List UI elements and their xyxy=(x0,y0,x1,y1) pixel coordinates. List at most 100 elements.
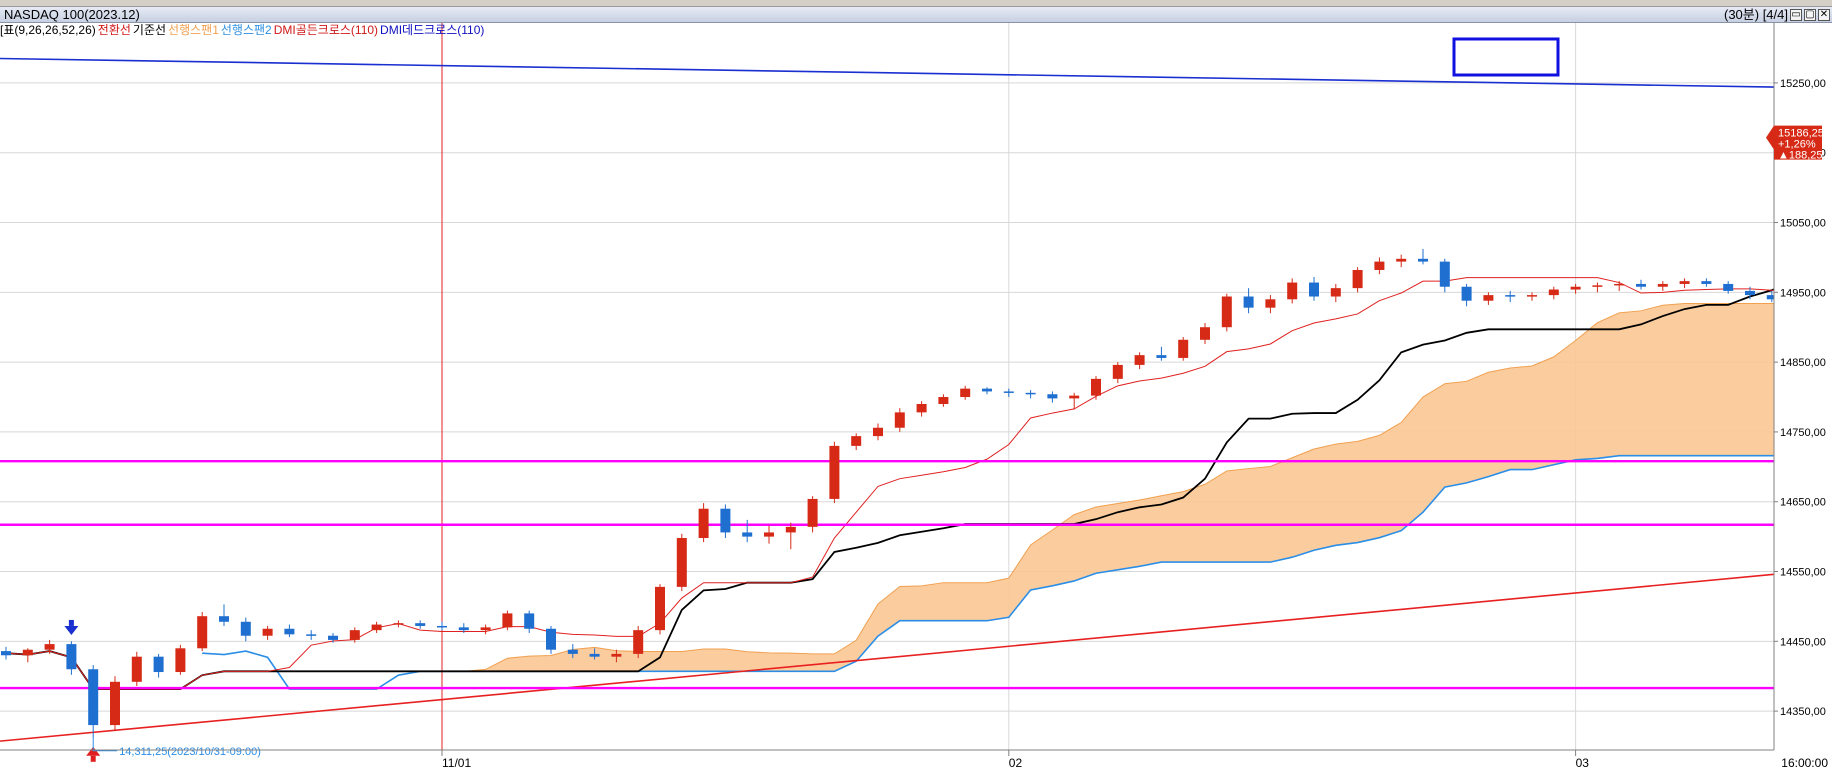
candle-body xyxy=(829,445,840,499)
candle-body xyxy=(240,621,251,636)
chart-title: NASDAQ 100(2023.12) xyxy=(4,7,140,22)
candle-body xyxy=(1527,295,1537,297)
y-tick-label: 14950,00 xyxy=(1780,287,1826,299)
candle-body xyxy=(1483,295,1494,301)
legend-item: DMI데드크로스(110) xyxy=(380,23,485,37)
candle-body xyxy=(1657,283,1668,287)
candle-body xyxy=(1679,281,1690,284)
candle-body xyxy=(1374,261,1385,270)
candle-body xyxy=(764,532,774,537)
candle-body xyxy=(1003,391,1014,393)
x-last-time-label: 16:00:00 xyxy=(1781,756,1828,770)
candle-body xyxy=(88,669,99,726)
candle-body xyxy=(1178,339,1189,358)
candle-body xyxy=(720,508,731,533)
x-tick-label: 11/01 xyxy=(442,756,471,770)
y-tick-label: 15250,00 xyxy=(1780,78,1826,90)
candle-body xyxy=(1243,296,1254,308)
candle-body xyxy=(1025,392,1036,395)
candle-body xyxy=(567,649,578,654)
candle-body xyxy=(371,624,382,631)
candle-body xyxy=(938,397,949,404)
top-toolbar-strip xyxy=(0,0,1832,7)
dmi-dead-cross-marker xyxy=(68,619,74,626)
candle-body xyxy=(1156,355,1167,358)
candle-body xyxy=(284,628,295,635)
price-chart[interactable]: 14,311,25(2023/10/31-09:00)15,228,50(202… xyxy=(0,23,1832,775)
candle-body xyxy=(1287,282,1298,300)
candle-body xyxy=(546,628,556,650)
candle-body xyxy=(611,653,622,657)
candle-body xyxy=(1200,327,1210,340)
y-tick-label: 15050,00 xyxy=(1780,218,1826,230)
candle-body xyxy=(458,627,469,631)
last-price-change: ▲188,25 xyxy=(1778,150,1823,162)
candle-body xyxy=(1636,283,1646,287)
candle-body xyxy=(175,648,186,673)
candle-body xyxy=(1439,261,1450,287)
candle-body xyxy=(785,526,796,533)
minimize-button[interactable]: ▭ xyxy=(1790,9,1802,21)
candle-body xyxy=(22,649,33,656)
candle-body xyxy=(698,508,709,539)
candle-body xyxy=(1,651,11,656)
y-tick-label: 14450,00 xyxy=(1780,636,1826,648)
y-tick-label: 14850,00 xyxy=(1780,357,1826,369)
y-tick-label: 14550,00 xyxy=(1780,567,1826,579)
candle-body xyxy=(524,613,535,629)
candle-body xyxy=(393,623,404,625)
y-tick-label: 14650,00 xyxy=(1780,497,1826,509)
x-tick-label: 03 xyxy=(1576,756,1590,770)
legend-item: 기준선 xyxy=(132,23,167,37)
candle-body xyxy=(1134,355,1145,365)
candle-body xyxy=(1505,295,1516,297)
x-tick-label: 02 xyxy=(1009,756,1023,770)
candle-body xyxy=(110,681,120,726)
candle-body xyxy=(306,634,317,636)
candle-body xyxy=(1723,283,1734,291)
y-tick-label: 14750,00 xyxy=(1780,427,1826,439)
candle-body xyxy=(44,644,55,650)
candle-body xyxy=(153,656,164,673)
candle-body xyxy=(1352,269,1363,289)
candle-body xyxy=(1745,290,1755,296)
legend-item: 전환선 xyxy=(97,23,131,37)
candle-body xyxy=(349,630,360,640)
candle-body xyxy=(1396,258,1407,262)
candle-body xyxy=(742,532,753,537)
candle-body xyxy=(676,538,687,587)
candle-body xyxy=(1570,286,1581,290)
candle-body xyxy=(1112,364,1123,379)
candle-body xyxy=(1221,296,1232,328)
candle-body xyxy=(1418,258,1428,262)
candle-body xyxy=(1047,394,1058,399)
candle-body xyxy=(437,625,447,628)
low-price-annotation: 14,311,25(2023/10/31-09:00) xyxy=(119,746,261,758)
dmi-golden-cross-marker xyxy=(90,755,96,762)
candle-body xyxy=(1548,289,1559,296)
candle-body xyxy=(262,628,273,636)
candle-body xyxy=(873,427,883,437)
candle-body xyxy=(807,498,818,527)
indicator-legend: [표(9,26,26,52,26) 전환선 기준선 선행스팬1 선행스팬2 DMI골든크로… xyxy=(0,23,486,37)
candle-body xyxy=(851,436,862,446)
candle-body xyxy=(982,388,992,392)
candle-body xyxy=(1309,282,1319,297)
close-button[interactable]: ✕ xyxy=(1818,9,1830,21)
candle-body xyxy=(1701,281,1712,284)
candle-body xyxy=(480,627,491,631)
period-label: (30분) [4/4] xyxy=(1724,7,1788,22)
candle-body xyxy=(1265,299,1276,308)
chart-window-titlebar[interactable]: NASDAQ 100(2023.12) (30분) [4/4] ▭ ▢ ✕ xyxy=(0,7,1832,23)
maximize-button[interactable]: ▢ xyxy=(1804,9,1816,21)
candle-body xyxy=(1461,286,1472,301)
candle-body xyxy=(131,656,142,682)
candle-body xyxy=(894,412,905,428)
candle-body xyxy=(1614,283,1625,286)
legend-item: 선행스팬2 xyxy=(220,23,272,37)
candle-body xyxy=(1330,288,1341,297)
candle-body xyxy=(197,616,208,649)
candle-body xyxy=(219,616,229,622)
candle-body xyxy=(589,653,600,657)
legend-item: [표(9,26,26,52,26) xyxy=(0,23,96,37)
